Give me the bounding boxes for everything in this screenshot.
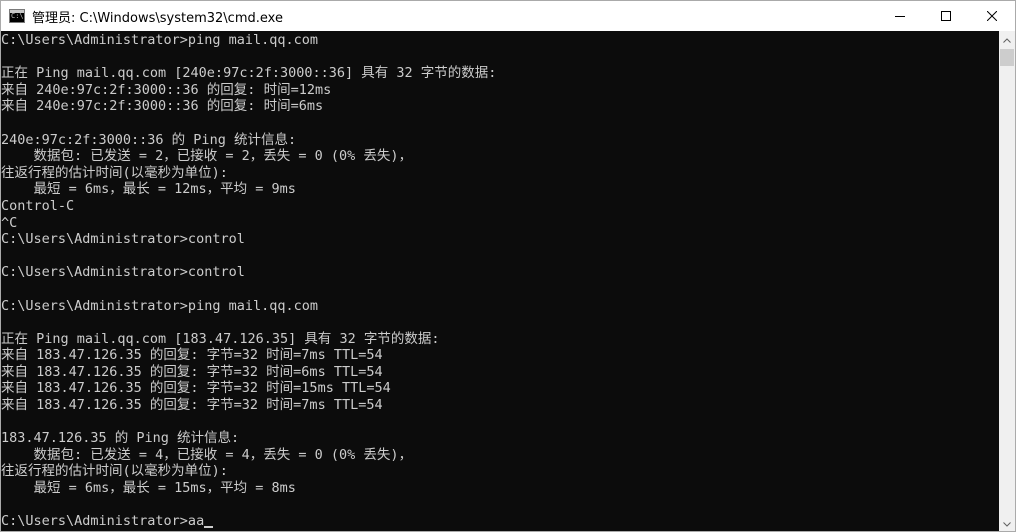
console-line: 往返行程的估计时间(以毫秒为单位): <box>1 463 228 480</box>
cmd-window: C:\ 管理员: C:\Windows\system32\cmd.exe C:\… <box>0 0 1016 532</box>
console-line: 来自 240e:97c:2f:3000::36 的回复: 时间=6ms <box>1 98 324 115</box>
console-line: ^C <box>1 214 18 231</box>
minimize-icon <box>895 11 905 21</box>
maximize-button[interactable] <box>923 1 969 31</box>
close-icon <box>987 11 997 21</box>
console-line: 最短 = 6ms，最长 = 15ms，平均 = 8ms <box>1 480 296 497</box>
vertical-scrollbar[interactable] <box>999 31 1015 531</box>
console-line: C:\Users\Administrator>control <box>1 231 245 248</box>
console-line: 来自 183.47.126.35 的回复: 字节=32 时间=7ms TTL=5… <box>1 347 383 364</box>
scroll-thumb[interactable] <box>1000 49 1014 66</box>
console-line: 最短 = 6ms，最长 = 12ms，平均 = 9ms <box>1 181 296 198</box>
text-cursor <box>204 526 214 529</box>
console-line: 来自 240e:97c:2f:3000::36 的回复: 时间=12ms <box>1 81 332 98</box>
console-line: C:\Users\Administrator>ping mail.qq.com <box>1 297 318 314</box>
console-line: Control-C <box>1 197 75 214</box>
close-button[interactable] <box>969 1 1015 31</box>
scroll-down-button[interactable] <box>999 515 1015 531</box>
title-bar[interactable]: C:\ 管理员: C:\Windows\system32\cmd.exe <box>1 1 1015 31</box>
console-line: C:\Users\Administrator>ping mail.qq.com <box>1 32 318 48</box>
console-line: 183.47.126.35 的 Ping 统计信息: <box>1 430 240 447</box>
console-line: 数据包: 已发送 = 2，已接收 = 2，丢失 = 0 (0% 丢失)， <box>1 148 413 165</box>
console-prompt: C:\Users\Administrator>aa <box>1 513 205 530</box>
maximize-icon <box>941 11 951 21</box>
scroll-down-arrow-icon <box>1003 514 1011 531</box>
minimize-button[interactable] <box>877 1 923 31</box>
scroll-up-button[interactable] <box>999 31 1015 47</box>
window-controls <box>877 1 1015 31</box>
window-title: 管理员: C:\Windows\system32\cmd.exe <box>32 10 283 26</box>
console-line: 往返行程的估计时间(以毫秒为单位): <box>1 164 228 181</box>
console-line: 数据包: 已发送 = 4，已接收 = 4，丢失 = 0 (0% 丢失)， <box>1 446 413 463</box>
console-lines: C:\Users\Administrator>ping mail.qq.com … <box>1 32 496 530</box>
console-line: 正在 Ping mail.qq.com [183.47.126.35] 具有 3… <box>1 330 440 347</box>
console-line: 240e:97c:2f:3000::36 的 Ping 统计信息: <box>1 131 297 148</box>
console-line: 来自 183.47.126.35 的回复: 字节=32 时间=7ms TTL=5… <box>1 397 383 414</box>
console-line: 来自 183.47.126.35 的回复: 字节=32 时间=15ms TTL=… <box>1 380 391 397</box>
console-line: 来自 183.47.126.35 的回复: 字节=32 时间=6ms TTL=5… <box>1 363 383 380</box>
scroll-up-arrow-icon <box>1003 30 1011 48</box>
console-line: C:\Users\Administrator>control <box>1 264 245 281</box>
console-line: 正在 Ping mail.qq.com [240e:97c:2f:3000::3… <box>1 65 497 82</box>
cmd-icon[interactable]: C:\ <box>9 9 25 23</box>
console-output[interactable]: C:\Users\Administrator>ping mail.qq.com … <box>1 31 999 531</box>
console-prompt-line[interactable]: C:\Users\Administrator>aa <box>1 513 496 530</box>
